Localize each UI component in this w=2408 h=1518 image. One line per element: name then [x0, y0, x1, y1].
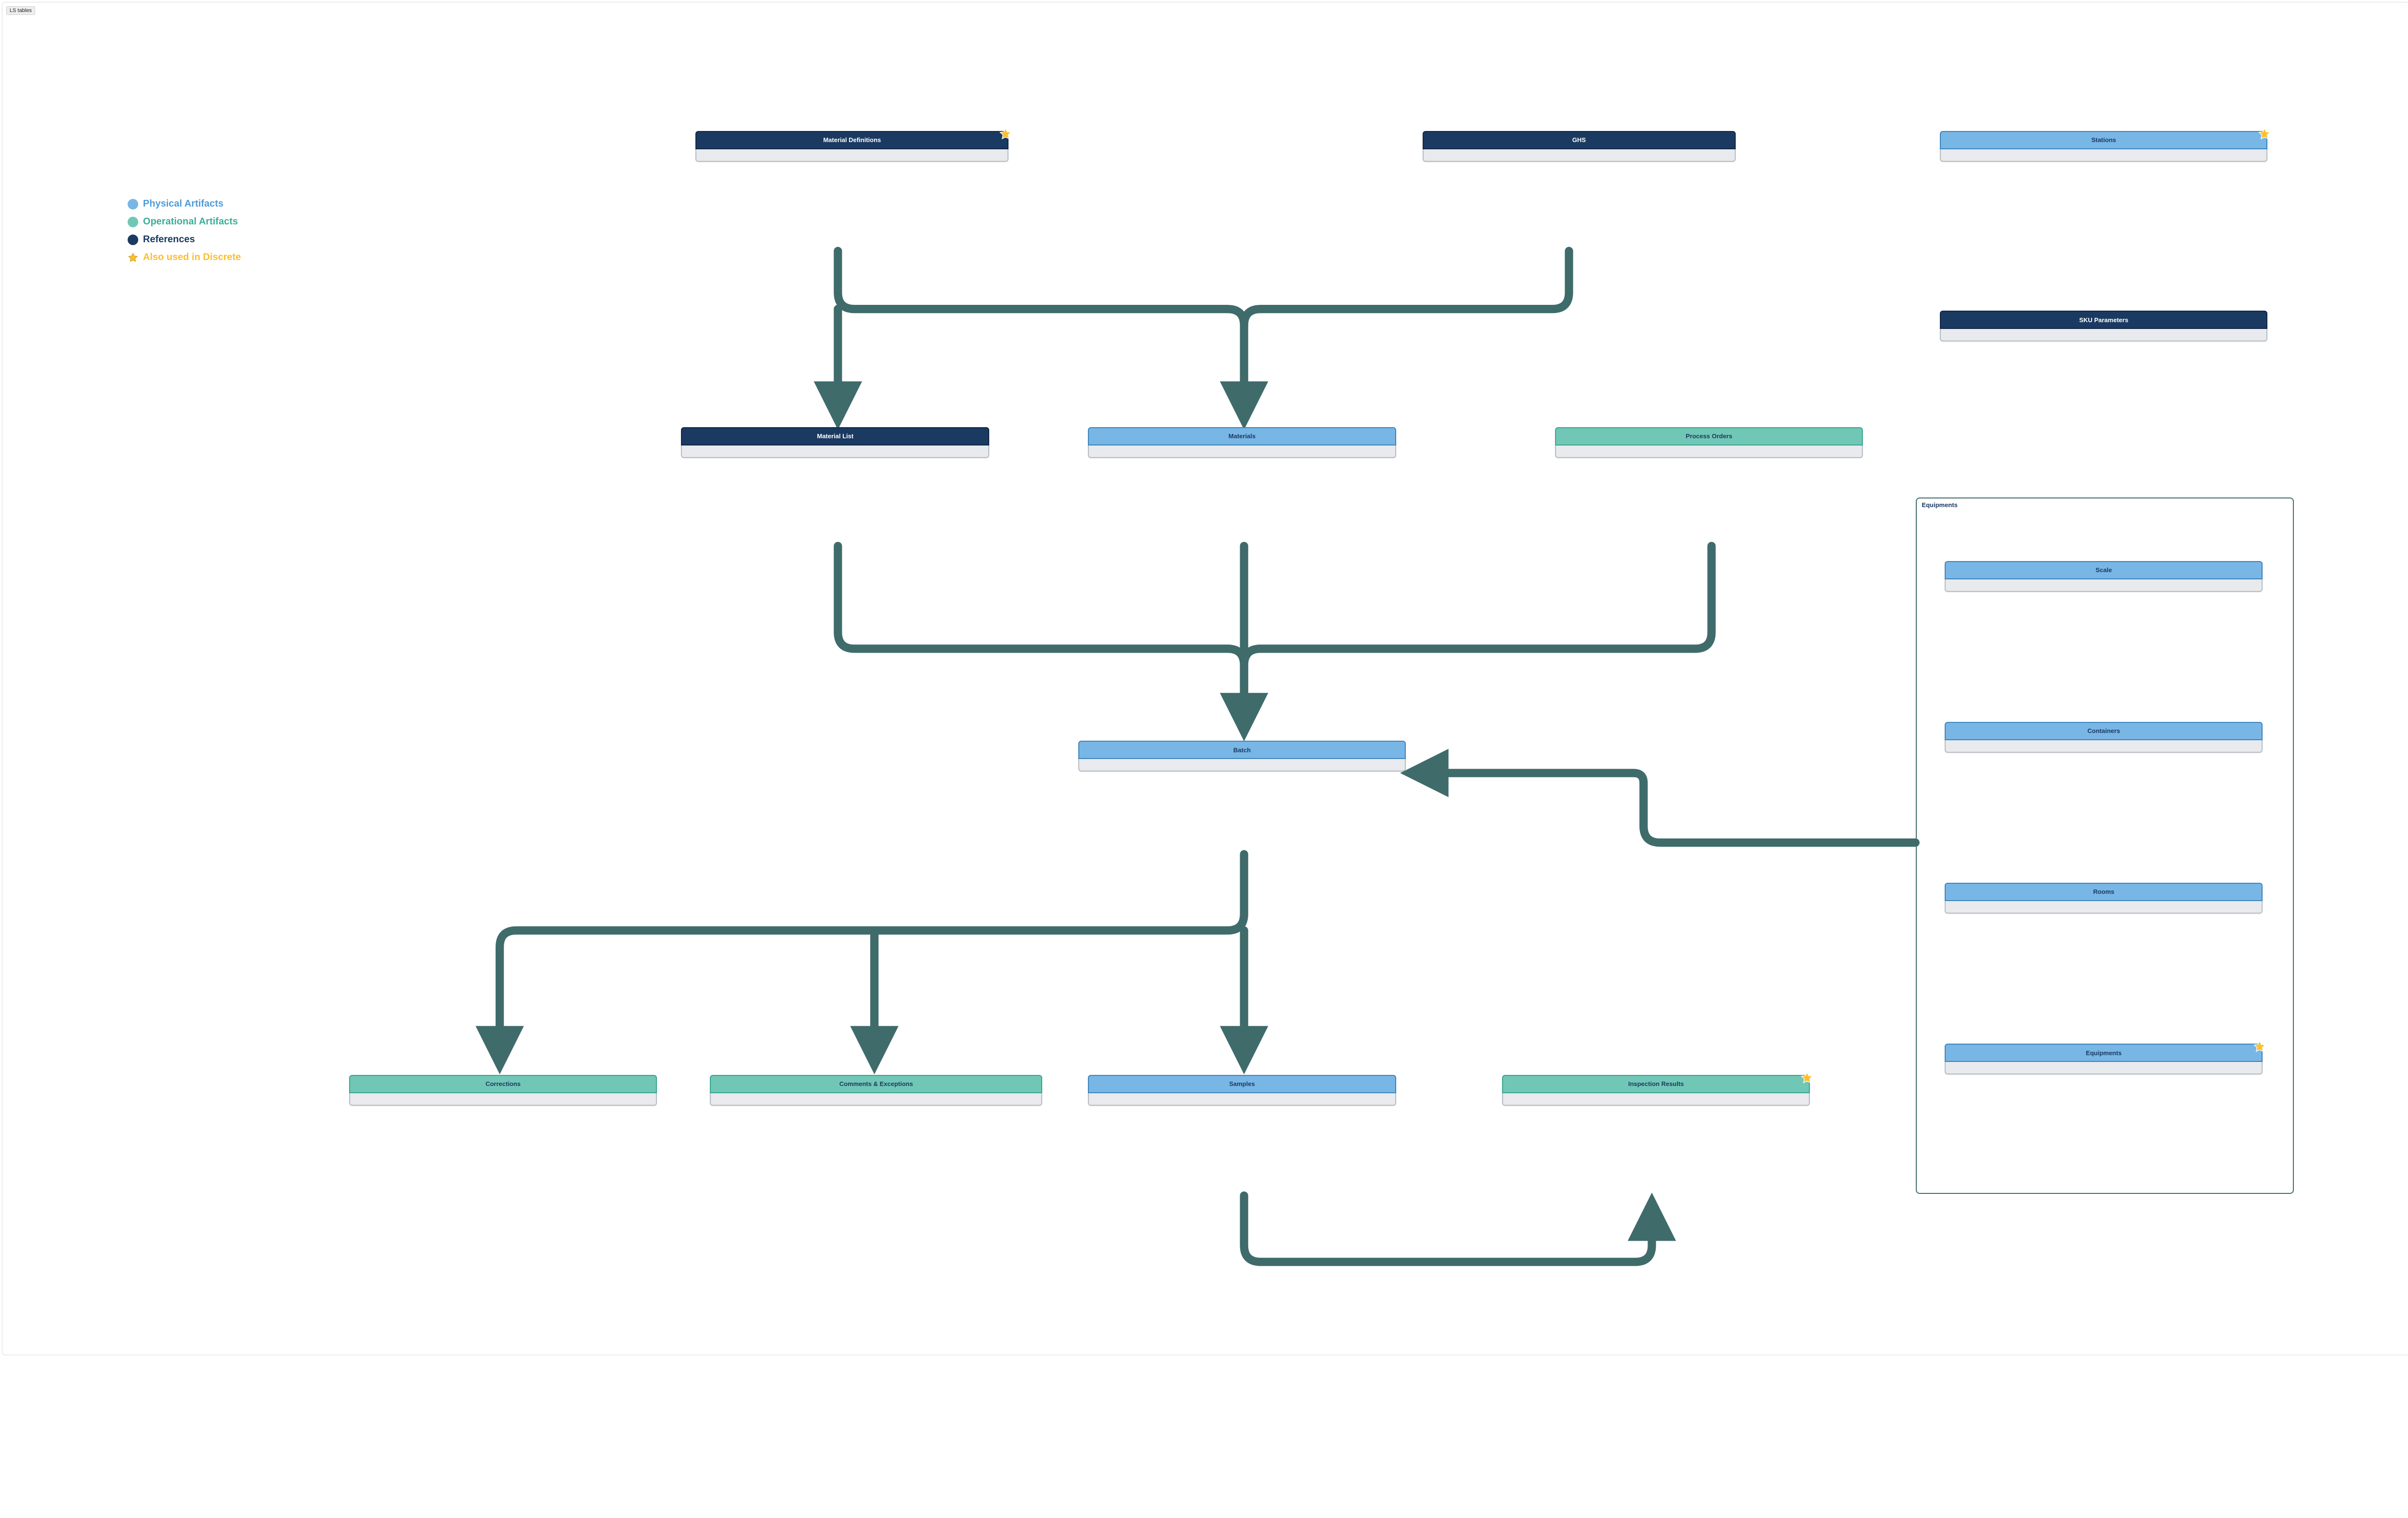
node-label: Material List — [817, 432, 853, 440]
node-samples[interactable]: Samples — [1088, 1075, 1396, 1106]
node-corrections[interactable]: Corrections — [349, 1075, 657, 1106]
node-label: Containers — [2087, 727, 2120, 734]
legend-swatch-references — [128, 235, 138, 245]
node-scale[interactable]: Scale — [1945, 561, 2263, 592]
legend-swatch-physical — [128, 199, 138, 209]
star-icon — [999, 127, 1012, 141]
legend-label: Physical Artifacts — [143, 198, 223, 209]
star-icon — [1800, 1071, 1814, 1085]
node-label: Comments & Exceptions — [839, 1080, 913, 1087]
node-inspection-results[interactable]: Inspection Results — [1502, 1075, 1810, 1106]
node-label: Material Definitions — [823, 136, 881, 144]
node-label: Stations — [2092, 136, 2116, 144]
node-label: Corrections — [485, 1080, 521, 1087]
node-materials[interactable]: Materials — [1088, 427, 1396, 458]
diagram-canvas: LS tables — [2, 2, 2408, 1355]
node-stations[interactable]: Stations — [1940, 131, 2267, 162]
diagram-frame: LS tables — [2, 2, 2408, 1355]
node-label: Inspection Results — [1628, 1080, 1684, 1087]
node-material-list[interactable]: Material List — [681, 427, 989, 458]
legend-label: Also used in Discrete — [143, 252, 241, 263]
legend-label: References — [143, 234, 195, 245]
node-label: Materials — [1229, 432, 1256, 440]
star-icon — [2258, 127, 2271, 141]
group-equipments: Equipments — [1916, 497, 2294, 1194]
legend-discrete: Also used in Discrete — [128, 252, 241, 263]
legend: Physical Artifacts Operational Artifacts… — [128, 198, 241, 263]
group-title: Equipments — [1922, 501, 1957, 509]
node-comments-exceptions[interactable]: Comments & Exceptions — [710, 1075, 1042, 1106]
badge-ls-tables: LS tables — [6, 6, 35, 15]
legend-operational: Operational Artifacts — [128, 216, 241, 227]
node-batch[interactable]: Batch — [1078, 741, 1406, 772]
legend-label: Operational Artifacts — [143, 216, 238, 227]
node-label: GHS — [1572, 136, 1586, 144]
node-containers[interactable]: Containers — [1945, 722, 2263, 753]
node-label: Rooms — [2093, 888, 2114, 895]
node-ghs[interactable]: GHS — [1423, 131, 1736, 162]
node-label: SKU Parameters — [2079, 316, 2128, 324]
node-label: Samples — [1229, 1080, 1255, 1087]
node-label: Process Orders — [1686, 432, 1732, 440]
legend-references: References — [128, 234, 241, 245]
node-label: Batch — [1233, 746, 1251, 754]
node-equipments[interactable]: Equipments — [1945, 1044, 2263, 1074]
star-icon — [2253, 1040, 2266, 1053]
legend-swatch-operational — [128, 217, 138, 227]
star-icon — [128, 252, 138, 263]
legend-physical: Physical Artifacts — [128, 198, 241, 209]
node-process-orders[interactable]: Process Orders — [1555, 427, 1863, 458]
node-label: Scale — [2095, 566, 2112, 574]
node-material-definitions[interactable]: Material Definitions — [695, 131, 1008, 162]
node-label: Equipments — [2086, 1049, 2121, 1057]
node-sku-parameters[interactable]: SKU Parameters — [1940, 311, 2267, 341]
node-rooms[interactable]: Rooms — [1945, 883, 2263, 914]
